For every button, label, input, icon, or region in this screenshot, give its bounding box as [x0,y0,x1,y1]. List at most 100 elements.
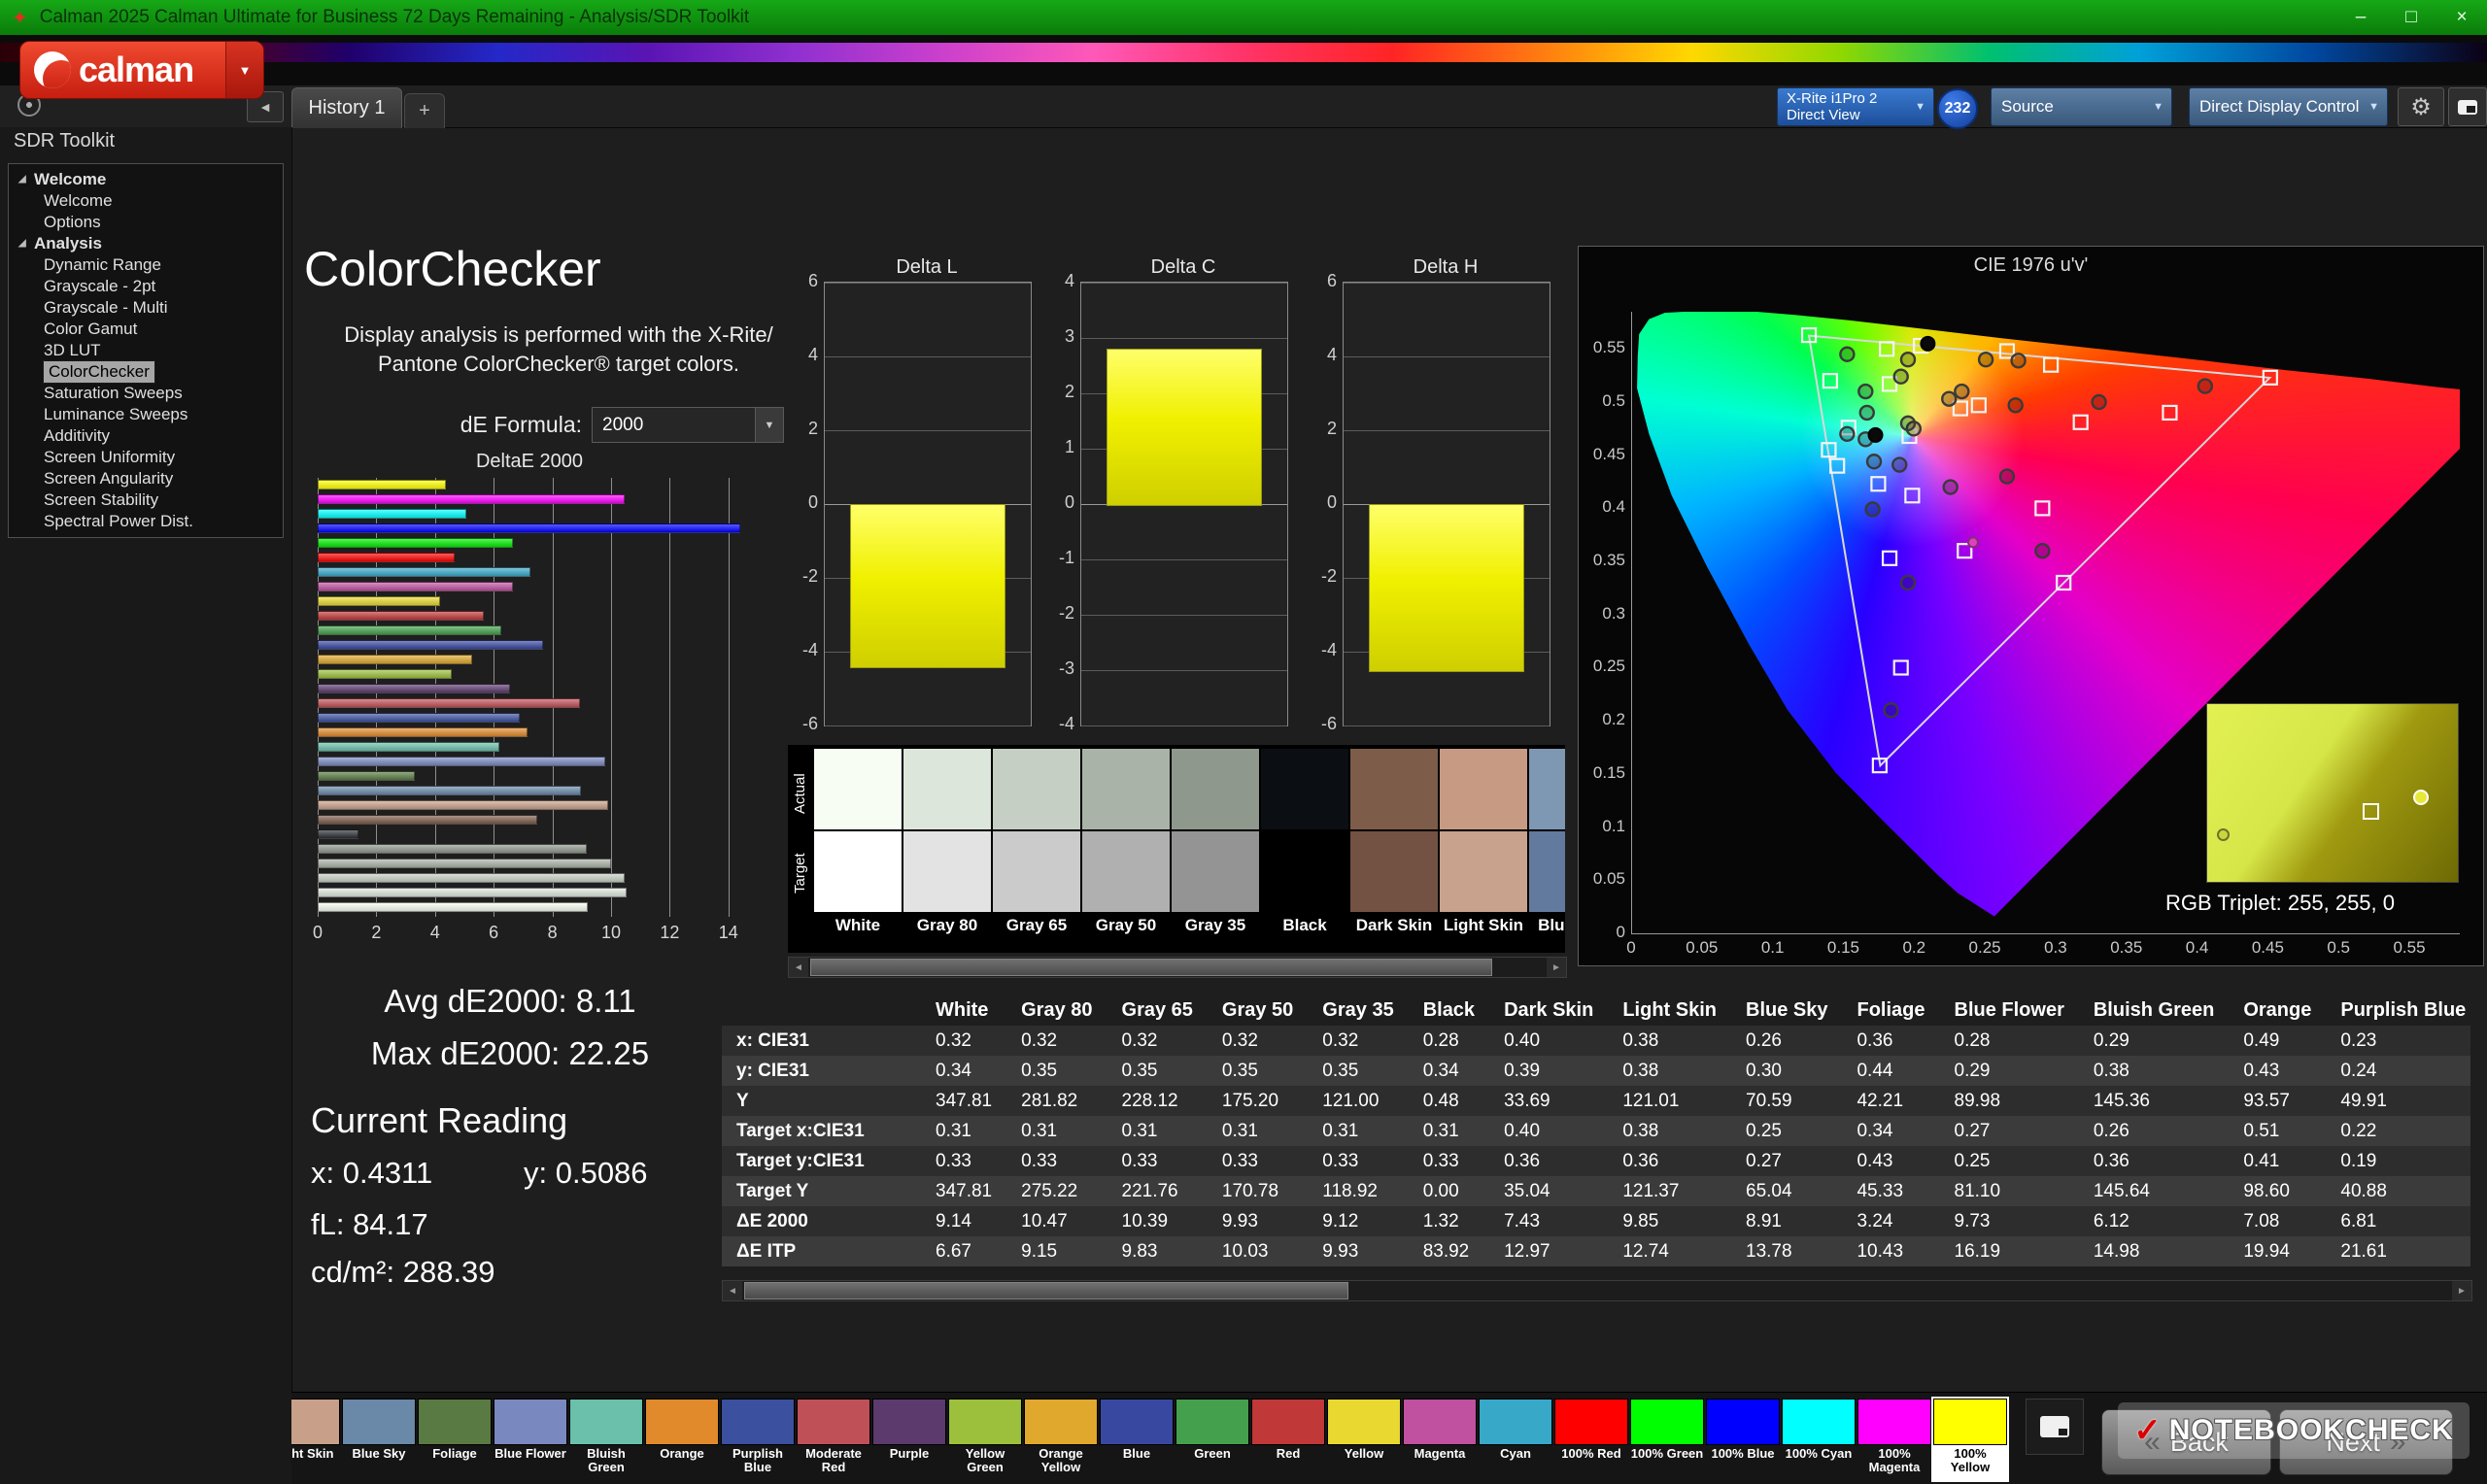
table-cell: 9.73 [1940,1206,2079,1236]
tab-history-1[interactable]: History 1 [291,87,402,128]
pattern-window-button[interactable] [2448,87,2487,126]
table-cell: 0.34 [1842,1116,1939,1146]
sidebar-item-analysis[interactable]: ◢Analysis [9,233,283,254]
patch-button-light-skin[interactable]: Light Skin [291,1399,340,1480]
patch-button-yellow-green[interactable]: Yellow Green [948,1399,1022,1480]
calman-logo-button[interactable]: calman ▼ [19,41,264,99]
gridline [1344,725,1550,726]
patch-swatch [569,1399,643,1445]
table-scrollbar[interactable]: ◄ ► [722,1280,2472,1301]
de-formula-value: 2000 [602,415,643,436]
sidebar-item-screen-stability[interactable]: Screen Stability [9,489,283,511]
sidebar-item-luminance-sweeps[interactable]: Luminance Sweeps [9,404,283,425]
patch-button-100-yellow[interactable]: 100% Yellow [1933,1399,2007,1480]
sidebar-item-welcome[interactable]: ◢Welcome [9,169,283,190]
patch-button-blue[interactable]: Blue [1100,1399,1174,1480]
patch-button-orange-yellow[interactable]: Orange Yellow [1024,1399,1098,1480]
target-swatch [1440,831,1527,912]
axis-tick-label: 4 [419,923,452,943]
patch-button-100-red[interactable]: 100% Red [1554,1399,1628,1480]
patch-button-purplish-blue[interactable]: Purplish Blue [721,1399,795,1480]
expander-icon[interactable]: ◢ [18,233,34,254]
minimize-button[interactable]: – [2335,0,2386,35]
table-cell: 0.51 [2229,1116,2326,1146]
settings-button[interactable]: ⚙ [2398,87,2444,126]
target-marker [2163,406,2176,420]
patch-button-100-blue[interactable]: 100% Blue [1706,1399,1780,1480]
sidebar-item-grayscale-multi[interactable]: Grayscale - Multi [9,297,283,319]
sidebar-item-additivity[interactable]: Additivity [9,425,283,447]
de-formula-dropdown[interactable]: 2000 ▼ [592,407,784,443]
patch-button-100-green[interactable]: 100% Green [1630,1399,1704,1480]
patch-label: Cyan [1479,1447,1552,1461]
actual-swatch [993,749,1080,829]
measured-marker [1858,385,1872,398]
table-cell: 0.49 [2229,1026,2326,1056]
patch-swatch [1782,1399,1856,1445]
target-swatch [1082,831,1170,912]
table-cell: 0.31 [1006,1116,1107,1146]
sidebar-item-color-gamut[interactable]: Color Gamut [9,319,283,340]
table-cell: 0.34 [921,1056,1006,1086]
sidebar-item-options[interactable]: Options [9,212,283,233]
table-cell: 145.36 [2079,1086,2229,1116]
patch-button-cyan[interactable]: Cyan [1479,1399,1552,1480]
patch-button-magenta[interactable]: Magenta [1403,1399,1477,1480]
patch-swatch [721,1399,795,1445]
axis-tick-label: 0.25 [1960,938,2009,958]
patch-button-orange[interactable]: Orange [645,1399,719,1480]
patch-button-blue-flower[interactable]: Blue Flower [494,1399,567,1480]
meter-dropdown[interactable]: X-Rite i1Pro 2 Direct View ▼ [1777,87,1934,126]
scrollbar-thumb[interactable] [744,1282,1348,1299]
patch-button-100-cyan[interactable]: 100% Cyan [1782,1399,1856,1480]
table-cell: 0.31 [921,1116,1006,1146]
pattern-window-toggle[interactable] [2026,1399,2084,1455]
table-cell: 228.12 [1107,1086,1208,1116]
close-button[interactable]: × [2436,0,2487,35]
sidebar-item-grayscale-2pt[interactable]: Grayscale - 2pt [9,276,283,297]
sidebar-item-saturation-sweeps[interactable]: Saturation Sweeps [9,383,283,404]
patch-button-yellow[interactable]: Yellow [1327,1399,1401,1480]
sidebar-item-screen-angularity[interactable]: Screen Angularity [9,468,283,489]
table-cell: 0.27 [1731,1146,1842,1176]
axis-tick-label: 0.1 [1581,817,1625,836]
patch-button-purple[interactable]: Purple [872,1399,946,1480]
deltae-bar-cyan [318,567,530,577]
sidebar-item-welcome[interactable]: Welcome [9,190,283,212]
patch-button-green[interactable]: Green [1175,1399,1249,1480]
scroll-right-icon[interactable]: ► [1547,958,1566,977]
scroll-left-icon[interactable]: ◄ [723,1281,742,1300]
axis-tick-label: 3 [1032,326,1074,347]
target-marker [1883,552,1896,565]
patch-swatch [1251,1399,1325,1445]
sidebar-item-screen-uniformity[interactable]: Screen Uniformity [9,447,283,468]
target-swatch [1261,831,1348,912]
scroll-right-icon[interactable]: ► [2452,1281,2471,1300]
table-cell: 0.30 [1731,1056,1842,1086]
expander-icon[interactable]: ◢ [18,169,34,190]
logo-menu-arrow-icon[interactable]: ▼ [225,42,263,98]
patch-button-red[interactable]: Red [1251,1399,1325,1480]
table-cell: 13.78 [1731,1236,1842,1266]
table-header-row: WhiteGray 80Gray 65Gray 50Gray 35BlackDa… [722,995,2470,1026]
scrollbar-thumb[interactable] [810,959,1492,976]
source-dropdown[interactable]: Source ▼ [1991,87,2172,126]
maximize-button[interactable]: □ [2386,0,2436,35]
patch-button-moderate-red[interactable]: Moderate Red [797,1399,870,1480]
sidebar-item-colorchecker[interactable]: ColorChecker [9,361,283,383]
patch-swatch [872,1399,946,1445]
sidebar-item-dynamic-range[interactable]: Dynamic Range [9,254,283,276]
patch-button-blue-sky[interactable]: Blue Sky [342,1399,416,1480]
display-control-dropdown[interactable]: Direct Display Control ▼ [2189,87,2388,126]
strip-scrollbar[interactable]: ◄ ► [788,957,1567,978]
patch-button-100-magenta[interactable]: 100% Magenta [1857,1399,1931,1480]
scroll-left-icon[interactable]: ◄ [789,958,808,977]
add-tab-button[interactable]: + [404,93,445,128]
sidebar-item-spectral-power-dist[interactable]: Spectral Power Dist. [9,511,283,532]
patch-label: Foliage [418,1447,492,1461]
deltae-bar-100-yellow [318,480,446,489]
patch-swatch [797,1399,870,1445]
sidebar-item-3d-lut[interactable]: 3D LUT [9,340,283,361]
patch-button-bluish-green[interactable]: Bluish Green [569,1399,643,1480]
patch-button-foliage[interactable]: Foliage [418,1399,492,1480]
